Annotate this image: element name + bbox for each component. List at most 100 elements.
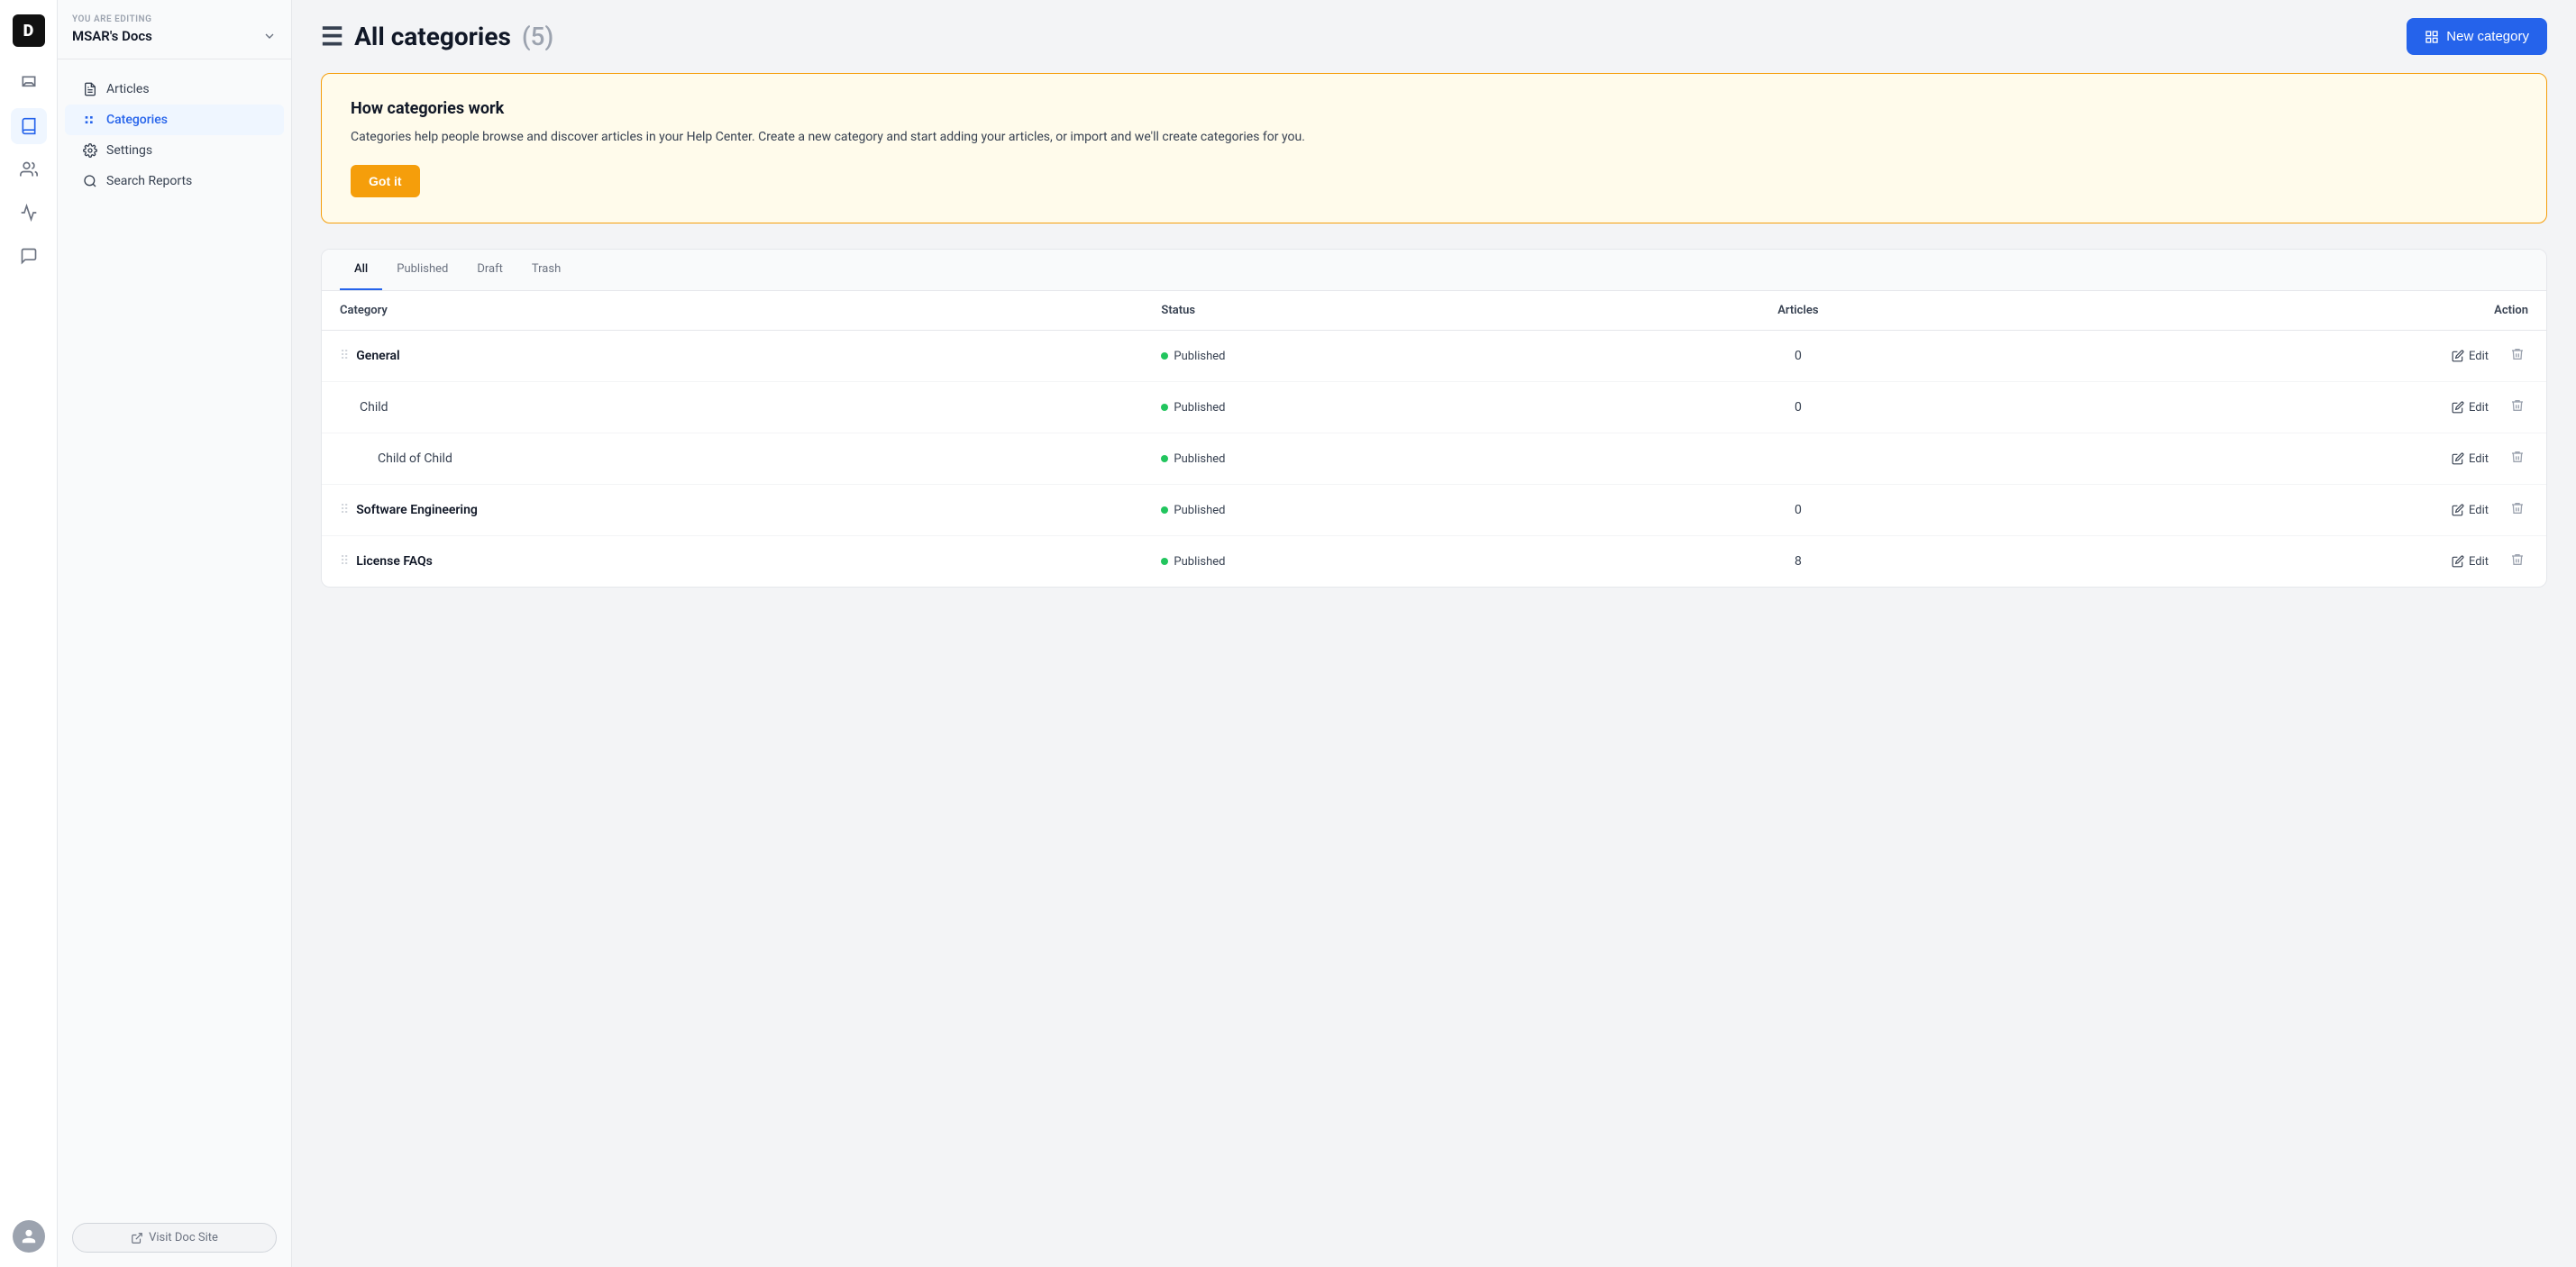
category-cell: ⠿ License FAQs — [322, 536, 1143, 588]
trash-icon — [2510, 552, 2525, 567]
page-header: ☰ All categories (5) New category — [292, 0, 2576, 73]
search-reports-label: Search Reports — [106, 174, 192, 188]
status-dot — [1161, 558, 1168, 565]
category-cell: Child of Child — [322, 433, 1143, 485]
category-name-text: Child of Child — [378, 451, 452, 466]
table-row: Child of Child Published Edit — [322, 433, 2546, 485]
user-avatar[interactable] — [13, 1220, 45, 1253]
table-row: Child Published 0 Edit — [322, 382, 2546, 433]
new-category-label: New category — [2446, 29, 2529, 44]
edit-button[interactable]: Edit — [2444, 346, 2496, 367]
categories-label: Categories — [106, 113, 168, 127]
status-cell: Published — [1143, 382, 1616, 433]
action-cell: Edit — [1979, 536, 2546, 588]
delete-button[interactable] — [2507, 497, 2528, 523]
tab-all[interactable]: All — [340, 250, 382, 290]
delete-button[interactable] — [2507, 446, 2528, 471]
page-title: All categories — [354, 22, 511, 51]
search-icon — [83, 174, 97, 188]
status-text: Published — [1174, 350, 1225, 363]
icon-sidebar: D — [0, 0, 58, 1267]
category-cell: ⠿Software Engineering — [322, 485, 1143, 536]
external-link-icon — [131, 1232, 143, 1244]
trash-icon — [2510, 501, 2525, 515]
category-cell: Child — [322, 382, 1143, 433]
status-text: Published — [1174, 401, 1225, 415]
col-status: Status — [1143, 291, 1616, 331]
workspace-name-text: MSAR's Docs — [72, 28, 152, 44]
drag-handle[interactable]: ⠿ — [340, 554, 349, 569]
edit-icon — [2452, 452, 2464, 465]
status-dot — [1161, 404, 1168, 411]
delete-button[interactable] — [2507, 343, 2528, 369]
new-category-icon — [2425, 30, 2439, 44]
sidebar-item-settings[interactable]: Settings — [65, 135, 284, 166]
sidebar-icon-chat[interactable] — [11, 238, 47, 274]
table-row: ⠿ General Published 0 Edit — [322, 331, 2546, 382]
delete-button[interactable] — [2507, 549, 2528, 574]
action-cell: Edit — [1979, 485, 2546, 536]
workspace-name-dropdown[interactable]: MSAR's Docs — [72, 28, 277, 44]
status-badge: Published — [1161, 401, 1225, 415]
menu-icon[interactable]: ☰ — [321, 22, 343, 51]
drag-handle[interactable]: ⠿ — [340, 349, 349, 363]
page-title-group: ☰ All categories (5) — [321, 22, 553, 51]
articles-icon — [83, 82, 97, 96]
status-cell: Published — [1143, 433, 1616, 485]
info-box: How categories work Categories help peop… — [321, 73, 2547, 223]
status-dot — [1161, 455, 1168, 462]
edit-button[interactable]: Edit — [2444, 500, 2496, 521]
status-badge: Published — [1161, 350, 1225, 363]
articles-cell: 0 — [1616, 485, 1979, 536]
main-body: How categories work Categories help peop… — [292, 73, 2576, 616]
sidebar-icon-users[interactable] — [11, 151, 47, 187]
action-cell: Edit — [1979, 433, 2546, 485]
status-text: Published — [1174, 452, 1225, 466]
edit-button[interactable]: Edit — [2444, 449, 2496, 469]
workspace-header: YOU ARE EDITING MSAR's Docs — [58, 14, 291, 59]
trash-icon — [2510, 398, 2525, 413]
left-nav: YOU ARE EDITING MSAR's Docs Articles Cat… — [58, 0, 292, 1267]
sidebar-icon-inbox[interactable] — [11, 65, 47, 101]
sidebar-item-categories[interactable]: Categories — [65, 105, 284, 135]
tab-published[interactable]: Published — [382, 250, 462, 290]
category-name-text: Child — [360, 400, 388, 415]
info-box-title: How categories work — [351, 99, 2517, 118]
col-articles: Articles — [1616, 291, 1979, 331]
edit-icon — [2452, 504, 2464, 516]
app-logo: D — [13, 14, 45, 47]
category-name-text: General — [356, 349, 399, 363]
visit-doc-site-label: Visit Doc Site — [149, 1231, 218, 1244]
sidebar-icon-knowledge[interactable] — [11, 108, 47, 144]
edit-button[interactable]: Edit — [2444, 397, 2496, 418]
trash-icon — [2510, 347, 2525, 361]
tab-draft[interactable]: Draft — [462, 250, 517, 290]
drag-handle[interactable]: ⠿ — [340, 503, 349, 517]
category-name-text: License FAQs — [356, 554, 433, 569]
articles-cell: 0 — [1616, 331, 1979, 382]
delete-button[interactable] — [2507, 395, 2528, 420]
edit-button[interactable]: Edit — [2444, 551, 2496, 572]
articles-cell: 8 — [1616, 536, 1979, 588]
edit-icon — [2452, 401, 2464, 414]
status-text: Published — [1174, 555, 1225, 569]
sidebar-item-search-reports[interactable]: Search Reports — [65, 166, 284, 196]
new-category-button[interactable]: New category — [2407, 18, 2547, 55]
status-dot — [1161, 352, 1168, 360]
articles-cell — [1616, 433, 1979, 485]
got-it-button[interactable]: Got it — [351, 165, 420, 197]
tab-trash[interactable]: Trash — [517, 250, 575, 290]
sidebar-icon-activity[interactable] — [11, 195, 47, 231]
action-cell: Edit — [1979, 331, 2546, 382]
visit-doc-site-button[interactable]: Visit Doc Site — [72, 1223, 277, 1253]
action-cell: Edit — [1979, 382, 2546, 433]
edit-icon — [2452, 555, 2464, 568]
main-content: ☰ All categories (5) New category How ca… — [292, 0, 2576, 1267]
status-dot — [1161, 506, 1168, 514]
articles-cell: 0 — [1616, 382, 1979, 433]
status-cell: Published — [1143, 485, 1616, 536]
sidebar-item-articles[interactable]: Articles — [65, 74, 284, 105]
status-badge: Published — [1161, 555, 1225, 569]
articles-label: Articles — [106, 82, 150, 96]
col-category: Category — [322, 291, 1143, 331]
